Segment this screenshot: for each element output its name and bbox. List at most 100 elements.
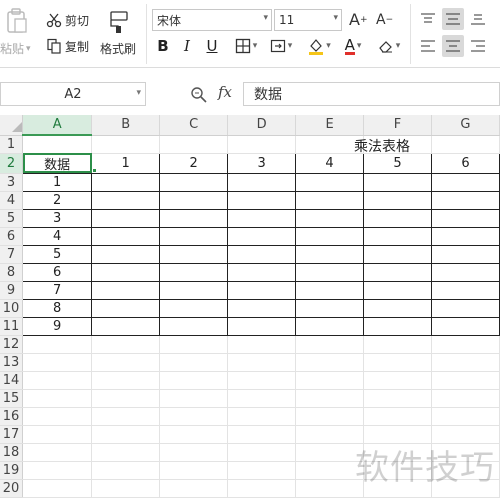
font-name-select[interactable]: 宋体 ▾ — [152, 9, 272, 31]
cell-c8[interactable] — [159, 262, 229, 282]
fill-color-button[interactable]: ▾ — [303, 36, 335, 56]
cell-f12[interactable] — [363, 335, 432, 354]
zoom-search-icon[interactable] — [190, 86, 208, 104]
font-size-select[interactable]: 11 ▾ — [274, 9, 342, 31]
cell-c2[interactable]: 2 — [159, 152, 229, 174]
cell-e11[interactable] — [295, 316, 364, 336]
cell-f14[interactable] — [363, 371, 432, 390]
row-header-4[interactable]: 4 — [0, 191, 24, 210]
clear-format-button[interactable]: ▾ — [374, 36, 404, 56]
copy-button[interactable]: 复制 — [46, 36, 89, 56]
row-header-15[interactable]: 15 — [0, 389, 24, 408]
cell-d7[interactable] — [227, 244, 297, 264]
cell-d20[interactable] — [227, 479, 297, 498]
cell-b8[interactable] — [91, 262, 161, 282]
column-header-d[interactable]: D — [227, 115, 297, 136]
cell-f16[interactable] — [363, 407, 432, 426]
format-painter-button[interactable]: 格式刷 — [98, 10, 138, 60]
cell-f10[interactable] — [363, 298, 432, 318]
column-header-a[interactable]: A — [22, 115, 93, 136]
cell-c9[interactable] — [159, 280, 229, 300]
cell-e15[interactable] — [295, 389, 364, 408]
cell-f2[interactable]: 5 — [363, 152, 432, 174]
borders-button[interactable]: ▾ — [231, 36, 261, 56]
cell-c12[interactable] — [159, 335, 229, 354]
cell-e13[interactable] — [295, 353, 364, 372]
cell-a2[interactable]: 数据 — [22, 152, 93, 174]
cell-c16[interactable] — [159, 407, 229, 426]
cell-f7[interactable] — [363, 244, 432, 264]
cell-b20[interactable] — [91, 479, 161, 498]
cell-e16[interactable] — [295, 407, 364, 426]
cell-c19[interactable] — [159, 461, 229, 480]
cell-g7[interactable] — [430, 244, 500, 264]
row-header-10[interactable]: 10 — [0, 299, 24, 318]
cell-b16[interactable] — [91, 407, 161, 426]
cell-a10[interactable]: 8 — [22, 298, 93, 318]
cell-d11[interactable] — [227, 316, 297, 336]
row-header-3[interactable]: 3 — [0, 173, 24, 192]
row-header-17[interactable]: 17 — [0, 425, 24, 444]
cell-g15[interactable] — [431, 389, 500, 408]
cell-g2[interactable]: 6 — [430, 152, 500, 174]
cell-d5[interactable] — [227, 208, 297, 228]
cell-g10[interactable] — [430, 298, 500, 318]
cell-c15[interactable] — [159, 389, 229, 408]
cell-a13[interactable] — [22, 353, 93, 372]
cell-f3[interactable] — [363, 172, 432, 192]
row-header-12[interactable]: 12 — [0, 335, 24, 354]
cell-a3[interactable]: 1 — [22, 172, 93, 192]
cell-a9[interactable]: 7 — [22, 280, 93, 300]
cell-a18[interactable] — [22, 443, 93, 462]
cell-b7[interactable] — [91, 244, 161, 264]
row-header-6[interactable]: 6 — [0, 227, 24, 246]
row-header-19[interactable]: 19 — [0, 461, 24, 480]
align-center-button[interactable] — [442, 35, 464, 57]
cell-g14[interactable] — [431, 371, 500, 390]
cell-a20[interactable] — [22, 479, 93, 498]
cell-g12[interactable] — [431, 335, 500, 354]
cell-d15[interactable] — [227, 389, 297, 408]
cell-d19[interactable] — [227, 461, 297, 480]
cell-d13[interactable] — [227, 353, 297, 372]
cell-a6[interactable]: 4 — [22, 226, 93, 246]
cell-g13[interactable] — [431, 353, 500, 372]
cell-d12[interactable] — [227, 335, 297, 354]
cell-e3[interactable] — [295, 172, 364, 192]
cell-g11[interactable] — [430, 316, 500, 336]
cell-e6[interactable] — [295, 226, 364, 246]
cell-c5[interactable] — [159, 208, 229, 228]
cell-a15[interactable] — [22, 389, 93, 408]
row-header-20[interactable]: 20 — [0, 479, 24, 498]
cell-b19[interactable] — [91, 461, 161, 480]
row-header-16[interactable]: 16 — [0, 407, 24, 426]
cell-a12[interactable] — [22, 335, 93, 354]
cell-c3[interactable] — [159, 172, 229, 192]
align-left-button[interactable] — [417, 35, 439, 57]
cell-a17[interactable] — [22, 425, 93, 444]
cell-g6[interactable] — [430, 226, 500, 246]
cell-d18[interactable] — [227, 443, 297, 462]
cell-b12[interactable] — [91, 335, 161, 354]
cell-d10[interactable] — [227, 298, 297, 318]
cell-d2[interactable]: 3 — [227, 152, 297, 174]
cell-e2[interactable]: 4 — [295, 152, 364, 174]
cell-d14[interactable] — [227, 371, 297, 390]
cell-e8[interactable] — [295, 262, 364, 282]
cell-f4[interactable] — [363, 190, 432, 210]
insert-function-button[interactable]: fx — [218, 83, 232, 101]
cell-c6[interactable] — [159, 226, 229, 246]
row-header-5[interactable]: 5 — [0, 209, 24, 228]
row-header-8[interactable]: 8 — [0, 263, 24, 282]
cell-d4[interactable] — [227, 190, 297, 210]
cell-g16[interactable] — [431, 407, 500, 426]
formula-input[interactable]: 数据 — [243, 82, 500, 106]
cell-g3[interactable] — [430, 172, 500, 192]
cell-e18[interactable] — [295, 443, 364, 462]
cell-b18[interactable] — [91, 443, 161, 462]
row-header-18[interactable]: 18 — [0, 443, 24, 462]
cell-d17[interactable] — [227, 425, 297, 444]
cell-b9[interactable] — [91, 280, 161, 300]
cell-b10[interactable] — [91, 298, 161, 318]
cell-b6[interactable] — [91, 226, 161, 246]
